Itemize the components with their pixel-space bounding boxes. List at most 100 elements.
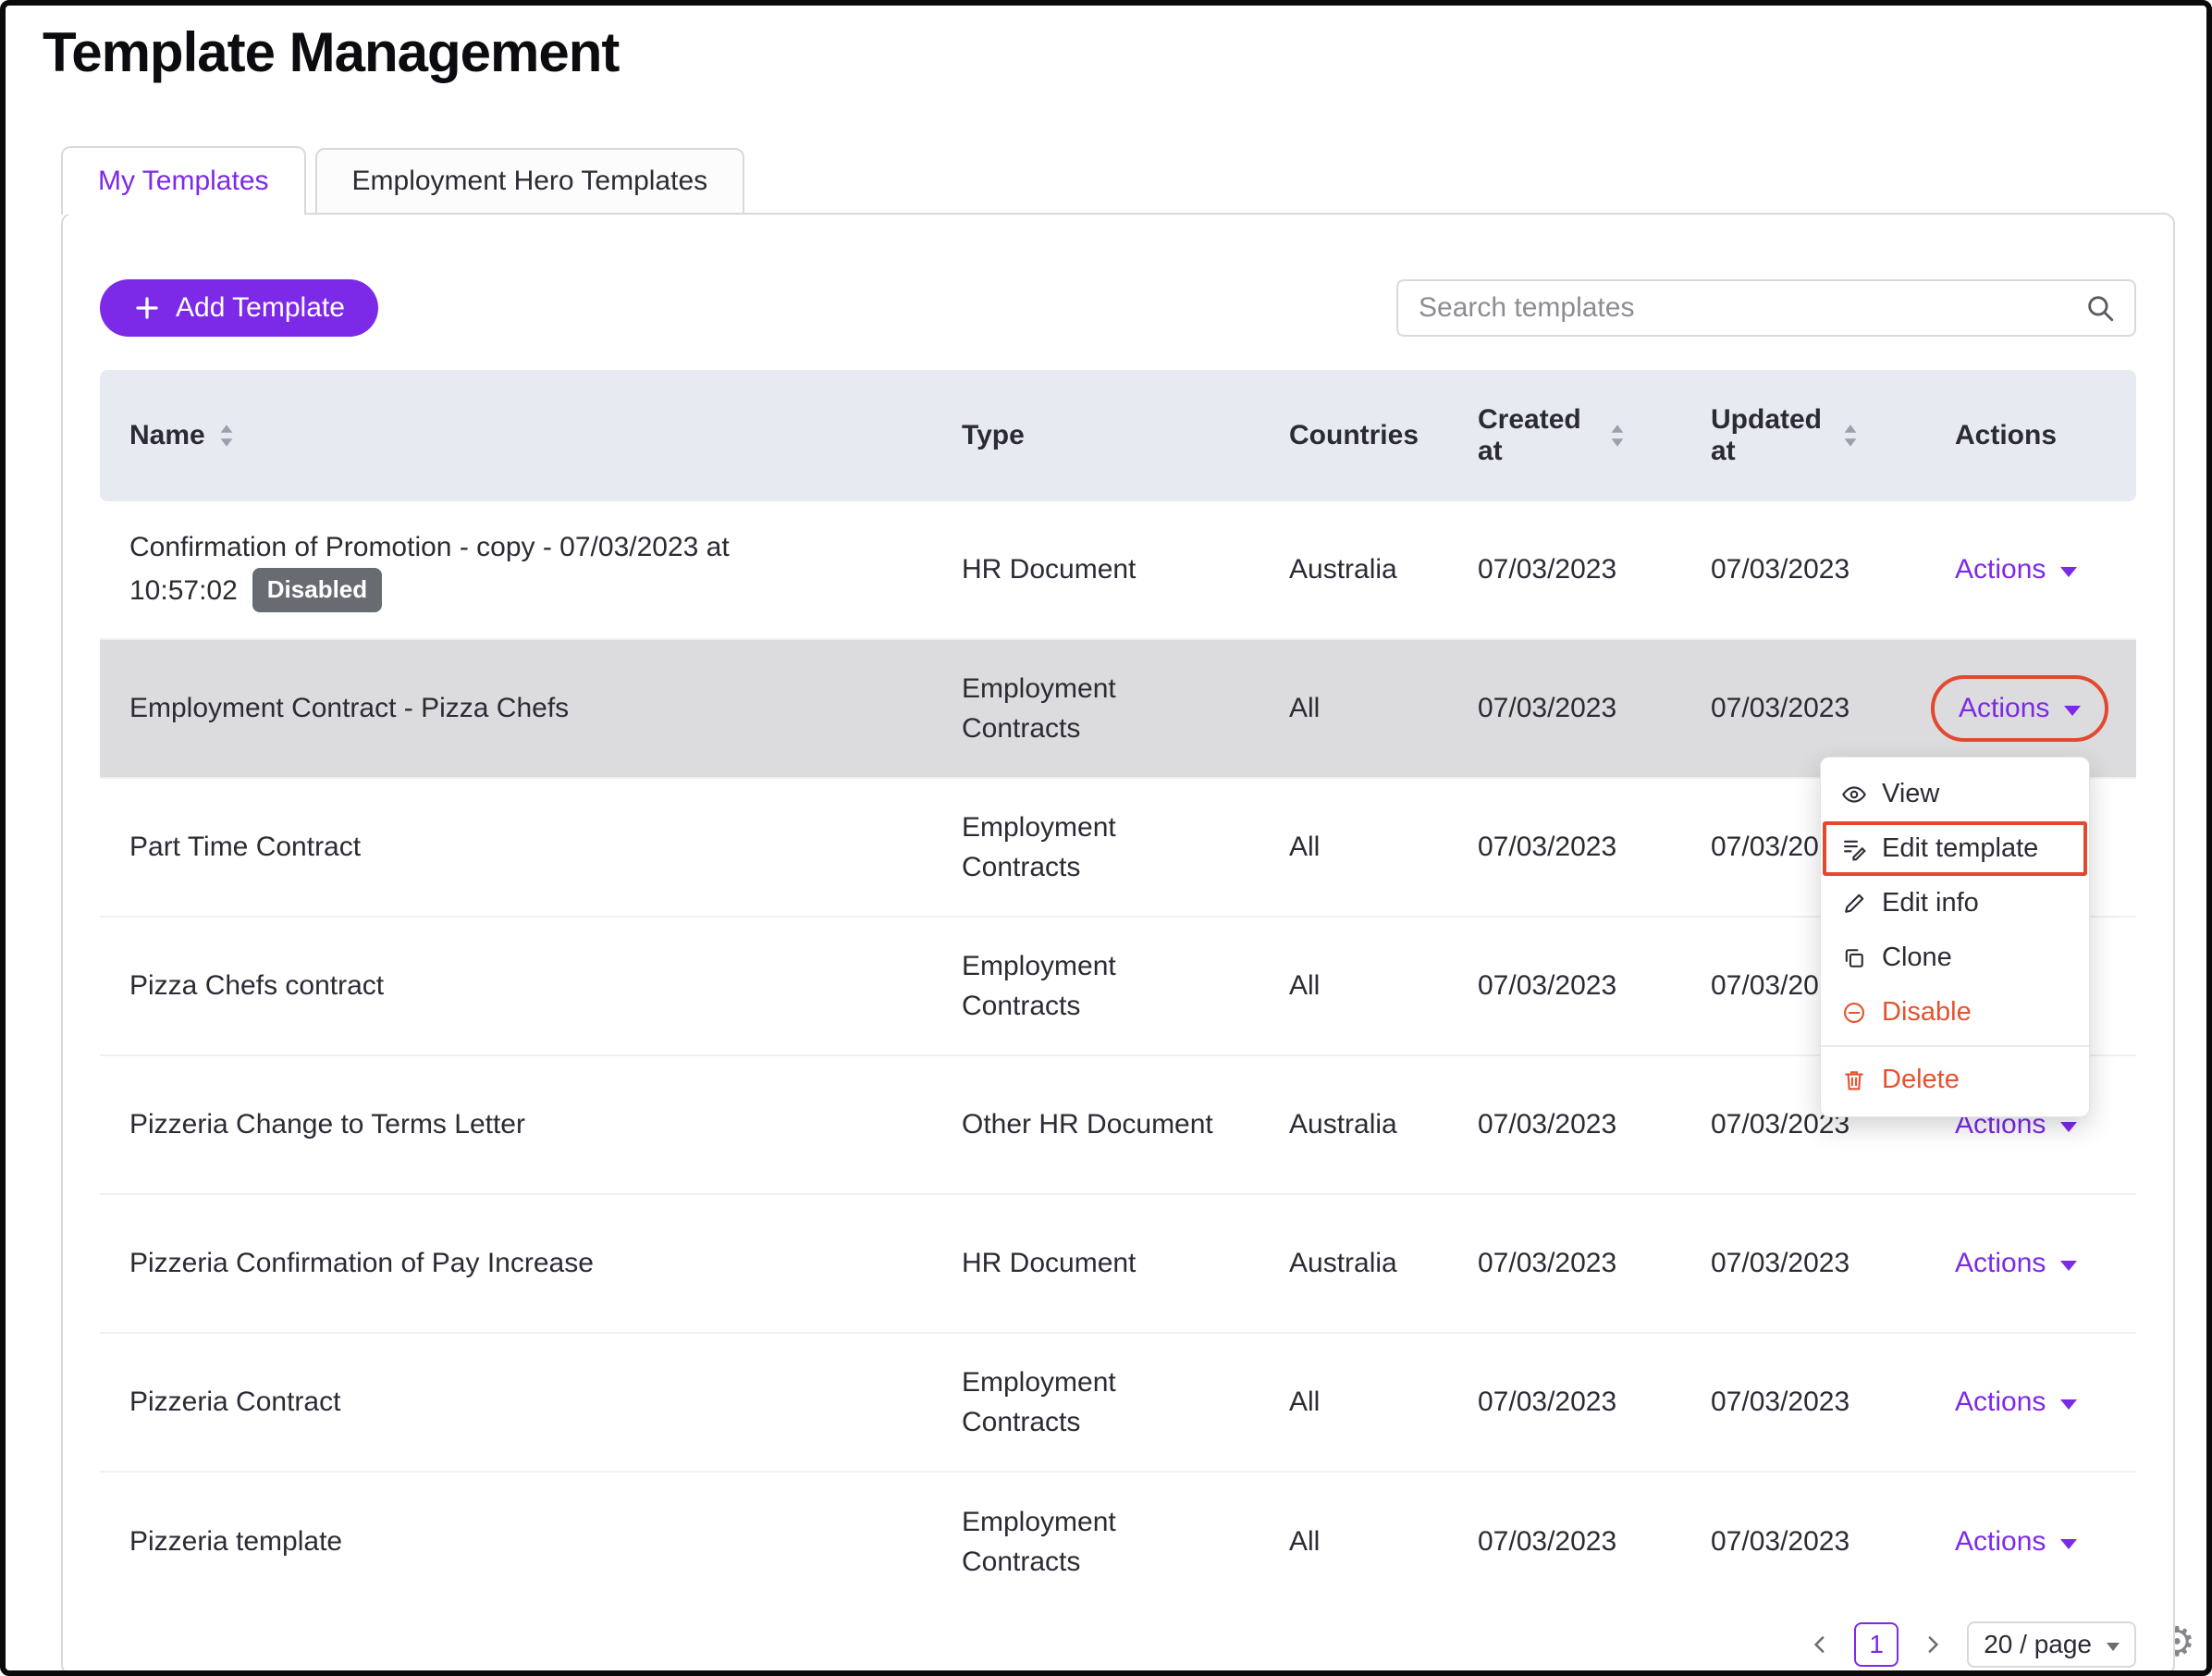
- chevron-down-icon: [2107, 1642, 2120, 1651]
- column-header-updated-label: Updated at: [1711, 404, 1822, 466]
- table-row: Pizzeria Contract Employment Contracts A…: [100, 1334, 2136, 1473]
- template-countries: All: [1289, 1386, 1321, 1418]
- template-updated-at: 07/03/2023: [1711, 1526, 1850, 1558]
- search-box: [1396, 279, 2136, 337]
- page-size-value: 20 / page: [1984, 1630, 2092, 1658]
- search-input[interactable]: [1419, 292, 2084, 324]
- row-actions-button[interactable]: Actions: [1955, 1243, 2078, 1284]
- chevron-down-icon: [2060, 1399, 2078, 1410]
- chevron-down-icon: [2060, 566, 2078, 577]
- template-countries: Australia: [1289, 1109, 1397, 1140]
- add-template-button[interactable]: Add Template: [100, 279, 378, 337]
- column-header-updated-at[interactable]: Updated at: [1711, 404, 1955, 467]
- menu-divider: [1821, 1045, 2089, 1047]
- column-header-countries-label: Countries: [1289, 420, 1419, 450]
- eye-icon: [1842, 785, 1866, 803]
- column-header-name[interactable]: Name: [100, 420, 962, 451]
- pagination: 1 20 / page: [100, 1621, 2136, 1669]
- row-actions-button[interactable]: Actions: [1955, 1382, 2078, 1423]
- table-header: Name Type Countries Created at Updated a…: [100, 370, 2136, 501]
- row-actions-label: Actions: [1959, 693, 2050, 724]
- template-created-at: 07/03/2023: [1478, 693, 1617, 724]
- disable-icon: [1844, 1002, 1864, 1023]
- template-countries: All: [1289, 693, 1321, 724]
- menu-item-edit-info[interactable]: Edit info: [1821, 876, 2089, 930]
- column-header-created-at[interactable]: Created at: [1478, 404, 1711, 467]
- chevron-left-icon: [1814, 1636, 1825, 1653]
- row-actions-label: Actions: [1955, 1248, 2046, 1279]
- row-actions-button[interactable]: Actions: [1955, 549, 2078, 590]
- table-row: Confirmation of Promotion - copy - 07/03…: [100, 501, 2136, 640]
- template-created-at: 07/03/2023: [1478, 1248, 1617, 1279]
- page-size-select[interactable]: 20 / page: [1967, 1621, 2136, 1668]
- previous-page-button[interactable]: [1806, 1631, 1834, 1658]
- template-created-at: 07/03/2023: [1478, 832, 1617, 863]
- table-row: Pizzeria Confirmation of Pay Increase HR…: [100, 1195, 2136, 1334]
- template-updated-at: 07/03/2023: [1711, 1386, 1850, 1418]
- template-name: Pizzeria template: [129, 1526, 343, 1558]
- row-actions-button[interactable]: Actions: [1959, 688, 2082, 729]
- template-name: Pizzeria Contract: [129, 1386, 341, 1418]
- edit-template-icon: [1844, 840, 1866, 860]
- template-type: Employment Contracts: [962, 672, 1116, 745]
- menu-item-label: Edit template: [1882, 833, 2039, 863]
- menu-item-edit-template[interactable]: Edit template: [1821, 821, 2089, 876]
- chevron-down-icon: [2060, 1538, 2078, 1549]
- template-countries: Australia: [1289, 554, 1397, 585]
- template-countries: All: [1289, 1526, 1321, 1558]
- status-badge: Disabled: [252, 567, 383, 612]
- template-countries: Australia: [1289, 1248, 1397, 1279]
- template-type: Employment Contracts: [962, 1506, 1116, 1578]
- page-title: Template Management: [43, 21, 620, 83]
- template-name: Employment Contract - Pizza Chefs: [129, 693, 570, 724]
- row-actions-button[interactable]: Actions: [1955, 1522, 2078, 1562]
- row-actions-label: Actions: [1955, 554, 2046, 585]
- chevron-right-icon: [1928, 1636, 1939, 1653]
- chevron-down-icon: [2064, 705, 2082, 716]
- template-created-at: 07/03/2023: [1478, 1526, 1617, 1558]
- sort-icon: [1611, 425, 1624, 447]
- sort-icon: [1844, 425, 1857, 447]
- template-type: Employment Contracts: [962, 950, 1116, 1022]
- templates-card: Add Template Name Type Countries: [61, 213, 2175, 1670]
- template-name: Part Time Contract: [129, 832, 362, 863]
- chevron-down-icon: [2060, 1260, 2078, 1271]
- tab-my-templates[interactable]: My Templates: [61, 146, 306, 215]
- menu-item-label: Edit info: [1882, 888, 1979, 918]
- trash-icon: [1845, 1070, 1863, 1090]
- tab-my-templates-label: My Templates: [98, 166, 269, 196]
- column-header-created-label: Created at: [1478, 404, 1581, 466]
- menu-item-label: Disable: [1882, 997, 1972, 1027]
- menu-item-clone[interactable]: Clone: [1821, 930, 2089, 985]
- menu-item-view[interactable]: View: [1821, 767, 2089, 821]
- template-countries: All: [1289, 970, 1321, 1002]
- column-header-actions-label: Actions: [1955, 420, 2058, 450]
- table-row: Pizzeria template Employment Contracts A…: [100, 1473, 2136, 1611]
- template-updated-at: 07/03/2023: [1711, 693, 1850, 724]
- template-updated-at: 07/03/2023: [1711, 554, 1850, 585]
- template-name: Pizzeria Change to Terms Letter: [129, 1109, 525, 1140]
- column-header-type-label: Type: [962, 420, 1025, 450]
- clone-icon: [1845, 948, 1863, 967]
- template-name: Pizza Chefs contract: [129, 970, 385, 1002]
- column-header-name-label: Name: [129, 420, 205, 450]
- row-actions-label: Actions: [1955, 1386, 2046, 1418]
- plus-icon: [136, 297, 158, 319]
- chevron-down-icon: [2060, 1121, 2078, 1132]
- template-type: Other HR Document: [962, 1109, 1213, 1140]
- tab-bar: My Templates Employment Hero Templates: [61, 146, 745, 215]
- menu-item-disable[interactable]: Disable: [1821, 985, 2089, 1040]
- column-header-actions: Actions: [1955, 420, 2136, 451]
- menu-item-label: Clone: [1882, 943, 1952, 972]
- menu-item-label: Delete: [1882, 1065, 1960, 1094]
- annotation-ellipse: Actions: [1931, 675, 2109, 742]
- template-type: HR Document: [962, 1248, 1137, 1279]
- search-icon: [2088, 296, 2114, 322]
- template-updated-at: 07/03/2023: [1711, 1248, 1850, 1279]
- tab-employment-hero-templates[interactable]: Employment Hero Templates: [314, 148, 745, 215]
- page-number-button[interactable]: 1: [1854, 1622, 1899, 1667]
- next-page-button[interactable]: [1919, 1631, 1947, 1658]
- menu-item-delete[interactable]: Delete: [1821, 1053, 2089, 1107]
- add-template-label: Add Template: [176, 292, 345, 323]
- template-created-at: 07/03/2023: [1478, 970, 1617, 1002]
